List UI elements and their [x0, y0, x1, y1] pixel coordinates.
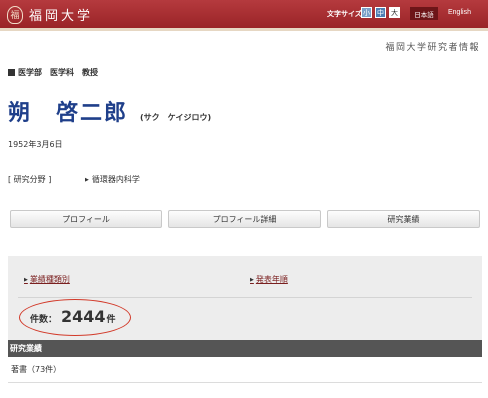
triangle-bullet-icon: ▶ [250, 277, 254, 283]
language-japanese-button[interactable]: 日本語 [410, 7, 438, 20]
header-divider [0, 28, 488, 31]
research-field-value: ▶ 循環器内科学 [85, 174, 140, 185]
panel-divider [18, 297, 472, 298]
tab-profile-detail[interactable]: プロフィール詳細 [168, 210, 321, 228]
font-size-large-button[interactable]: 大 [389, 7, 400, 18]
font-size-small-button[interactable]: 小 [361, 7, 372, 18]
language-english-link[interactable]: English [448, 9, 471, 16]
affiliation-text: 医学部 医学科 教授 [18, 68, 98, 77]
university-seal-icon: 福 [7, 5, 23, 24]
research-field-text: 循環器内科学 [91, 175, 140, 184]
sort-by-year-link[interactable]: ▶ 発表年順 [250, 274, 288, 285]
affiliation: 医学部 医学科 教授 [8, 67, 98, 78]
font-size-medium-button[interactable]: 中 [375, 7, 386, 18]
tab-profile[interactable]: プロフィール [10, 210, 162, 228]
site-header: 福 福岡大学 文字サイズ 小 中 大 日本語 English [0, 0, 488, 28]
count-highlight-circle [19, 299, 131, 336]
sort-by-year-label[interactable]: 発表年順 [256, 275, 288, 284]
results-panel: ▶ 業績種類別 ▶ 発表年順 件数： 2444 件 [8, 256, 482, 340]
logo-text: 福岡大学 [29, 9, 94, 24]
research-field-label: [ 研究分野 ] [8, 175, 52, 184]
tab-research-achievements[interactable]: 研究業績 [327, 210, 480, 228]
researcher-name: 朔 啓二郎 [8, 101, 129, 126]
triangle-bullet-icon: ▶ [24, 277, 28, 283]
birthdate: 1952年3月6日 [8, 140, 63, 149]
font-size-label: 文字サイズ [327, 10, 362, 18]
researcher-name-kana: (サク ケイジロウ) [140, 113, 212, 122]
university-logo[interactable]: 福 福岡大学 [7, 5, 93, 24]
square-bullet-icon [8, 69, 15, 76]
sort-by-type-label[interactable]: 業績種類別 [30, 275, 70, 284]
site-subtitle: 福岡大学研究者情報 [385, 43, 480, 53]
books-row[interactable]: 著書（73件） [8, 357, 482, 383]
section-header: 研究業績 [8, 340, 482, 357]
triangle-bullet-icon: ▶ [85, 177, 89, 183]
researcher-name-row: 朔 啓二郎 (サク ケイジロウ) [8, 95, 211, 127]
sort-by-type-link[interactable]: ▶ 業績種類別 [24, 274, 70, 285]
